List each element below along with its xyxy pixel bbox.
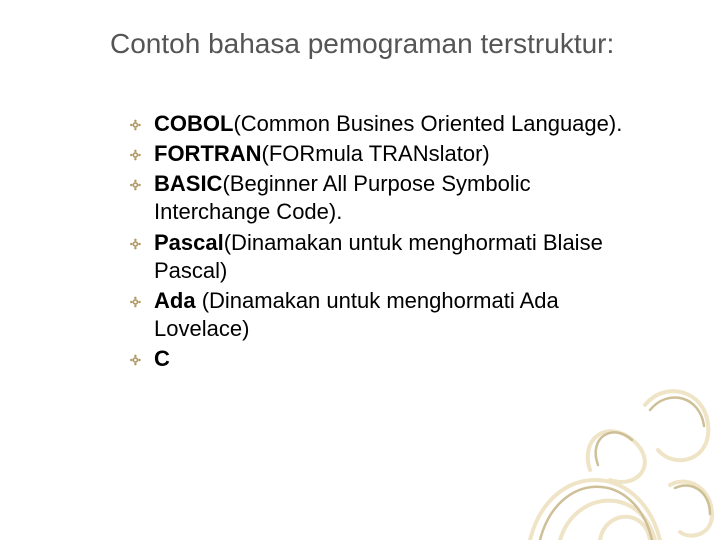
item-bold: Ada [154,288,202,313]
item-rest: (Dinamakan untuk menghormati Ada Lovelac… [154,288,559,341]
list-item: ༓FORTRAN(FORmula TRANslator) [130,140,640,168]
bullet-icon: ༓ [130,114,154,137]
list-item: ༓C [130,345,640,373]
item-bold: COBOL [154,111,233,136]
item-bold: Pascal [154,230,224,255]
bullet-icon: ༓ [130,174,154,197]
list-item: ༓BASIC(Beginner All Purpose Symbolic Int… [130,170,640,226]
list-item: ༓Pascal(Dinamakan untuk menghormati Blai… [130,229,640,285]
slide-title: Contoh bahasa pemograman terstruktur: [110,28,660,60]
list-item: ༓Ada (Dinamakan untuk menghormati Ada Lo… [130,287,640,343]
bullet-icon: ༓ [130,291,154,314]
item-rest: (Common Busines Oriented Language). [233,111,622,136]
bullet-icon: ༓ [130,233,154,256]
slide-body: ༓COBOL(Common Busines Oriented Language)… [130,110,640,375]
bullet-icon: ༓ [130,349,154,372]
list-item: ༓COBOL(Common Busines Oriented Language)… [130,110,640,138]
slide: Contoh bahasa pemograman terstruktur: ༓C… [0,0,720,540]
item-rest: (FORmula TRANslator) [262,141,490,166]
item-bold: C [154,346,170,371]
item-bold: FORTRAN [154,141,262,166]
item-bold: BASIC [154,171,222,196]
bullet-icon: ༓ [130,144,154,167]
